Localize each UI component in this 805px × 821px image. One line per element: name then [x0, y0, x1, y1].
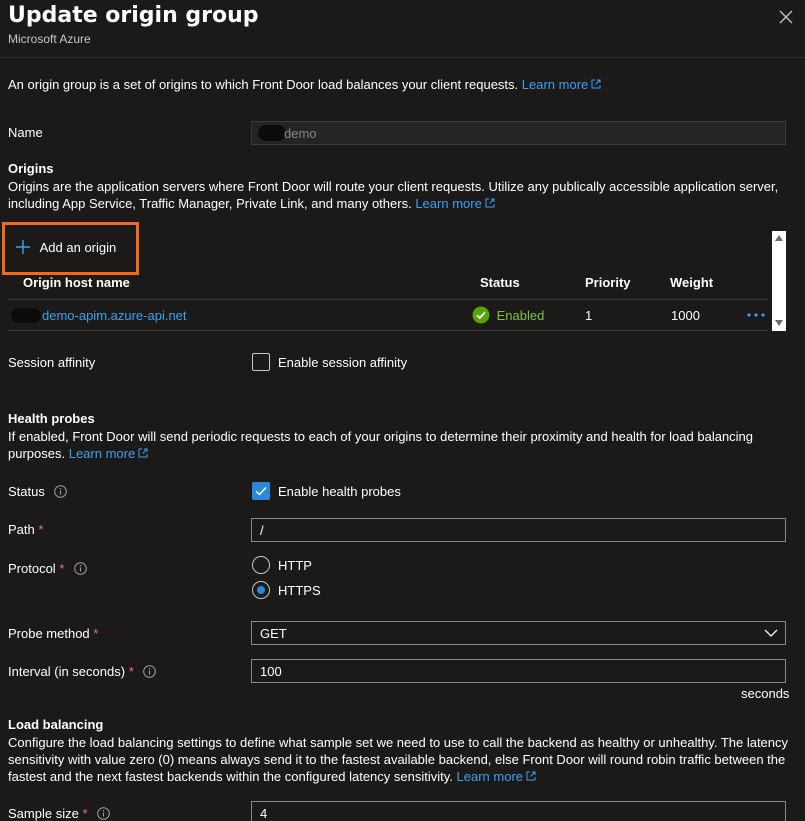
protocol-https-radio[interactable] — [252, 581, 270, 599]
health-probes-description: If enabled, Front Door will send periodi… — [8, 429, 754, 461]
load-balancing-learn-more-link[interactable]: Learn more — [457, 769, 536, 784]
interval-label: Interval (in seconds) * — [8, 664, 157, 679]
session-affinity-label: Session affinity — [8, 355, 96, 370]
header-divider — [0, 57, 805, 58]
more-icon — [747, 313, 765, 317]
protocol-http-label: HTTP — [278, 558, 312, 573]
check-circle-icon — [472, 306, 490, 324]
info-icon[interactable] — [143, 665, 157, 678]
health-probes-heading: Health probes — [8, 411, 95, 426]
sample-size-input[interactable]: 4 — [251, 801, 786, 821]
plus-icon — [16, 240, 30, 254]
load-balancing-description: Configure the load balancing settings to… — [8, 735, 789, 784]
protocol-http-radio[interactable] — [252, 556, 270, 574]
name-label: Name — [8, 125, 43, 140]
close-button[interactable] — [776, 7, 796, 27]
health-probes-learn-more-link[interactable]: Learn more — [69, 446, 148, 461]
external-link-icon — [591, 79, 601, 89]
interval-input[interactable]: 100 — [251, 659, 786, 683]
close-icon — [779, 10, 793, 24]
path-label: Path * — [8, 522, 44, 537]
checkmark-icon — [255, 486, 267, 496]
session-affinity-checkbox[interactable] — [252, 353, 270, 371]
load-balancing-heading: Load balancing — [8, 717, 104, 732]
intro-paragraph: An origin group is a set of origins to w… — [8, 76, 601, 93]
info-icon[interactable] — [97, 807, 110, 820]
redaction-mark — [11, 308, 41, 323]
protocol-label: Protocol * — [8, 561, 87, 576]
add-origin-button[interactable]: Add an origin — [15, 239, 116, 256]
origins-description: Origins are the application servers wher… — [8, 179, 779, 211]
info-icon[interactable] — [74, 562, 87, 575]
session-affinity-checkbox-label: Enable session affinity — [278, 355, 408, 370]
origins-heading: Origins — [8, 161, 54, 176]
table-row-divider — [8, 330, 768, 331]
info-icon[interactable] — [54, 485, 68, 498]
column-header-priority: Priority — [585, 275, 631, 290]
priority-cell: 1 — [585, 308, 593, 323]
health-probes-checkbox-label: Enable health probes — [278, 484, 401, 499]
status-cell: Enabled — [472, 306, 544, 324]
column-header-status: Status — [480, 275, 520, 290]
table-header-divider — [8, 299, 768, 300]
redaction-mark — [258, 125, 286, 141]
column-header-origin-host-name: Origin host name — [23, 275, 130, 290]
column-header-weight: Weight — [670, 275, 714, 290]
scroll-up-icon[interactable] — [775, 235, 783, 241]
external-link-icon — [485, 198, 495, 208]
health-probes-checkbox[interactable] — [252, 482, 270, 500]
origins-learn-more-link[interactable]: Learn more — [415, 196, 495, 211]
external-link-icon — [138, 448, 148, 458]
weight-cell: 1000 — [671, 308, 700, 323]
sample-size-label: Sample size * — [8, 806, 110, 821]
origin-host-link[interactable]: demo-apim.azure-api.net — [42, 308, 187, 323]
path-input[interactable]: / — [251, 518, 786, 542]
table-scrollbar[interactable] — [772, 231, 786, 331]
page-title: Update origin group — [8, 3, 259, 28]
table-row: demo-apim.azure-api.net Enabled 1 1000 — [8, 301, 768, 329]
scroll-down-icon[interactable] — [775, 320, 783, 326]
row-more-button[interactable] — [746, 305, 766, 328]
protocol-https-label: HTTPS — [278, 583, 321, 598]
name-input[interactable]: demo — [251, 121, 786, 145]
interval-unit: seconds — [741, 686, 790, 701]
probe-method-select[interactable]: GET — [251, 621, 786, 645]
external-link-icon — [526, 771, 536, 781]
page-subtitle: Microsoft Azure — [8, 32, 91, 46]
intro-learn-more-link[interactable]: Learn more — [522, 77, 601, 92]
chevron-down-icon — [764, 629, 778, 637]
status-field-label: Status — [8, 484, 68, 499]
probe-method-label: Probe method * — [8, 626, 99, 641]
